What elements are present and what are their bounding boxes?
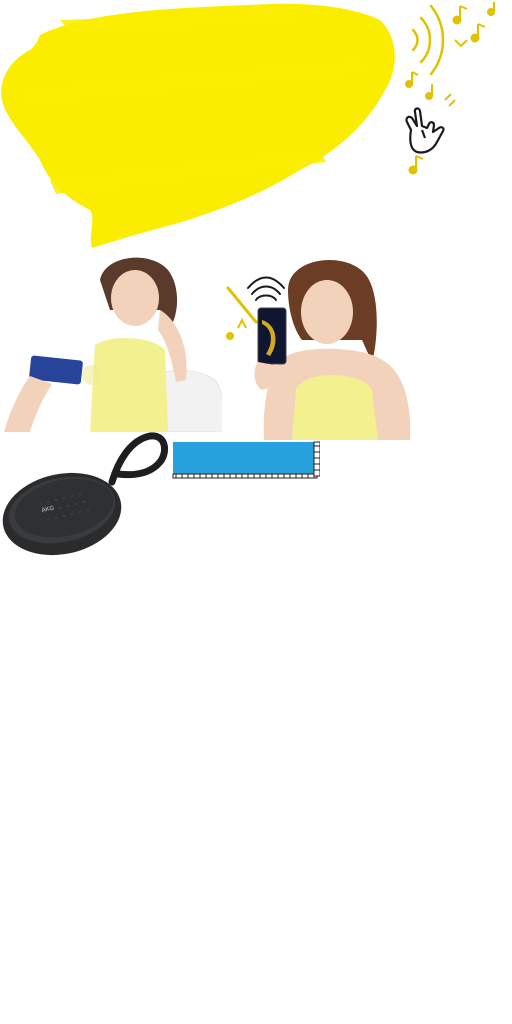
left-face [111,270,159,326]
yellow-paint-brush-blob [1,3,395,248]
photo-woman-holding-phone [222,250,412,440]
rock-on-hand-icon [405,107,445,154]
sound-waves-icon [411,4,445,76]
bluetooth-speaker-product: AKG [2,432,169,556]
speaker-strap [108,432,169,486]
right-dress [292,375,378,440]
photo-woman-on-sofa-with-phone [0,250,225,432]
decorative-icons [405,2,495,175]
left-dress [90,338,168,432]
right-face [301,280,353,344]
blue-banner [172,441,320,479]
